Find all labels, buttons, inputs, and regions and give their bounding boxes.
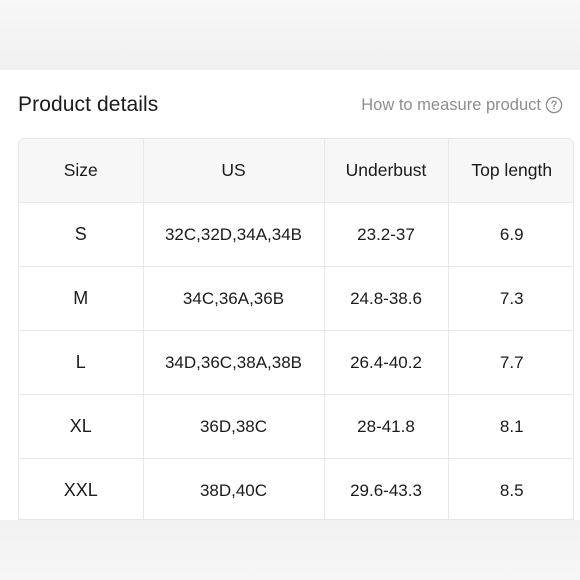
table-row: S 32C,32D,34A,34B 23.2-37 6.9 <box>19 202 573 267</box>
us-cell: 38D,40C <box>143 458 325 519</box>
underbust-cell: 26.4-40.2 <box>324 330 449 395</box>
card-header: Product details How to measure product <box>18 92 563 118</box>
underbust-cell: 23.2-37 <box>324 202 449 267</box>
column-header-underbust: Underbust <box>324 139 449 203</box>
product-details-card: Product details How to measure product S… <box>0 70 580 520</box>
table-row: M 34C,36A,36B 24.8-38.6 7.3 <box>19 266 573 331</box>
top-length-cell: 8.5 <box>448 458 573 519</box>
underbust-cell: 28-41.8 <box>324 394 449 459</box>
how-to-measure-label: How to measure product <box>361 96 541 114</box>
us-cell: 36D,38C <box>143 394 325 459</box>
size-cell: XL <box>19 394 144 459</box>
us-cell: 34C,36A,36B <box>143 266 325 331</box>
us-cell: 34D,36C,38A,38B <box>143 330 325 395</box>
underbust-cell: 24.8-38.6 <box>324 266 449 331</box>
table-header-row: Size US Underbust Top length <box>19 139 573 203</box>
table-row: XL 36D,38C 28-41.8 8.1 <box>19 394 573 459</box>
us-cell: 32C,32D,34A,34B <box>143 202 325 267</box>
table-row: XXL 38D,40C 29.6-43.3 8.5 <box>19 458 573 519</box>
size-cell: S <box>19 202 144 267</box>
size-cell: XXL <box>19 458 144 519</box>
size-cell: M <box>19 266 144 331</box>
size-cell: L <box>19 330 144 395</box>
top-length-cell: 7.7 <box>448 330 573 395</box>
column-header-size: Size <box>19 139 144 203</box>
question-circle-icon <box>545 96 563 114</box>
size-chart-table: Size US Underbust Top length S 32C,32D,3… <box>18 138 574 520</box>
how-to-measure-link[interactable]: How to measure product <box>361 94 563 116</box>
top-background <box>0 0 580 70</box>
bottom-background <box>0 520 580 580</box>
top-length-cell: 8.1 <box>448 394 573 459</box>
table-row: L 34D,36C,38A,38B 26.4-40.2 7.7 <box>19 330 573 395</box>
column-header-top-length: Top length <box>448 139 573 203</box>
top-length-cell: 7.3 <box>448 266 573 331</box>
underbust-cell: 29.6-43.3 <box>324 458 449 519</box>
top-length-cell: 6.9 <box>448 202 573 267</box>
page-title: Product details <box>18 93 159 116</box>
column-header-us: US <box>143 139 325 203</box>
